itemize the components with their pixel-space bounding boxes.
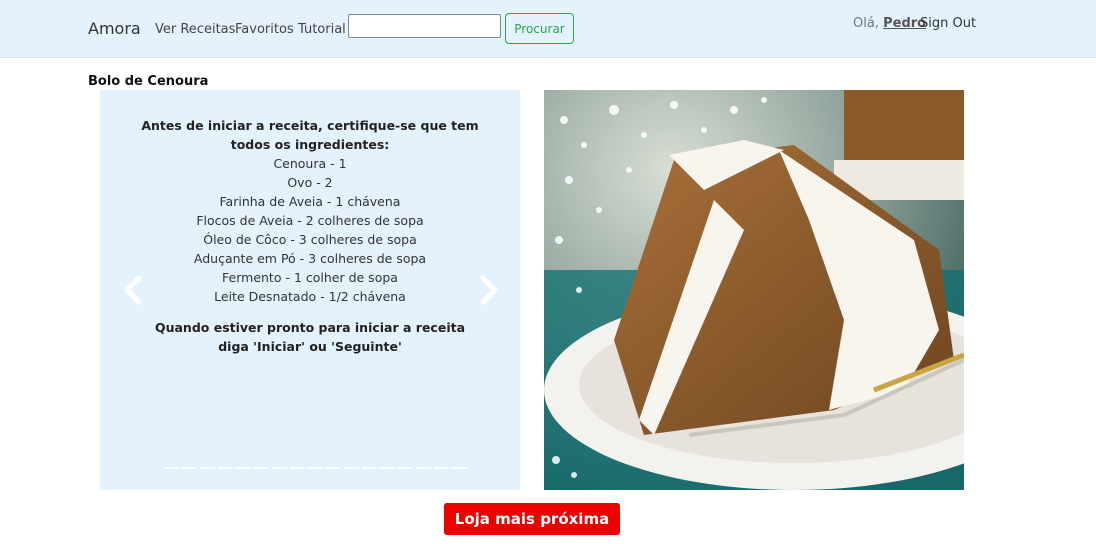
carousel-indicator[interactable] [452,467,467,469]
carousel-next-button[interactable] [474,272,504,308]
carousel-indicator[interactable] [236,467,251,469]
carousel-indicator[interactable] [254,467,269,469]
slide-intro: Antes de iniciar a receita, certifique-s… [141,118,479,152]
slide-outro: Quando estiver pronto para iniciar a rec… [154,320,466,354]
carousel-indicator[interactable] [416,467,431,469]
nav-ver-receitas[interactable]: Ver Receitas [155,22,235,37]
greeting-text: Olá, [853,16,879,31]
ingredient-item: Fermento - 1 colher de sopa [222,270,398,285]
carousel-indicator[interactable] [218,467,233,469]
nav-tutorial[interactable]: Tutorial [298,22,346,37]
nearest-store-button[interactable]: Loja mais próxima [444,503,620,535]
recipe-title: Bolo de Cenoura [88,74,209,89]
carrot-cake-photo [544,90,964,490]
carousel-indicator[interactable] [164,467,179,469]
ingredient-item: Óleo de Côco - 3 colheres de sopa [203,232,417,247]
carousel-indicator[interactable] [326,467,341,469]
carousel-indicators [164,467,467,469]
carousel-indicator[interactable] [434,467,449,469]
carousel-indicator[interactable] [344,467,359,469]
ingredients-carousel: Antes de iniciar a receita, certifique-s… [100,90,520,490]
carousel-indicator[interactable] [308,467,323,469]
signout-link[interactable]: Sign Out [920,16,976,31]
top-navbar: Amora Ver Receitas Favoritos Tutorial Pr… [0,0,1096,58]
chevron-left-icon [124,275,142,305]
ingredient-item: Farinha de Aveia - 1 chávena [219,194,401,209]
carousel-indicator[interactable] [362,467,377,469]
carousel-indicator[interactable] [200,467,215,469]
carousel-prev-button[interactable] [118,272,148,308]
carousel-indicator[interactable] [182,467,197,469]
ingredient-item: Flocos de Aveia - 2 colheres de sopa [196,213,424,228]
carousel-indicator[interactable] [272,467,287,469]
search-input[interactable] [348,14,501,38]
nav-favoritos[interactable]: Favoritos [235,22,294,37]
ingredient-item: Cenoura - 1 [273,156,347,171]
carousel-slide: Antes de iniciar a receita, certifique-s… [140,116,480,356]
chevron-right-icon [480,275,498,305]
carousel-indicator[interactable] [398,467,413,469]
search-button[interactable]: Procurar [505,13,574,44]
ingredient-item: Ovo - 2 [287,175,333,190]
ingredient-item: Aduçante em Pó - 3 colheres de sopa [193,251,427,266]
ingredient-item: Leite Desnatado - 1/2 chávena [214,289,406,304]
brand-logo[interactable]: Amora [88,19,141,38]
user-greeting: Olá, Pedro [853,16,926,31]
carousel-indicator[interactable] [380,467,395,469]
carousel-indicator[interactable] [290,467,305,469]
ingredient-list: Cenoura - 1 Ovo - 2 Farinha de Aveia - 1 c… [140,154,480,306]
